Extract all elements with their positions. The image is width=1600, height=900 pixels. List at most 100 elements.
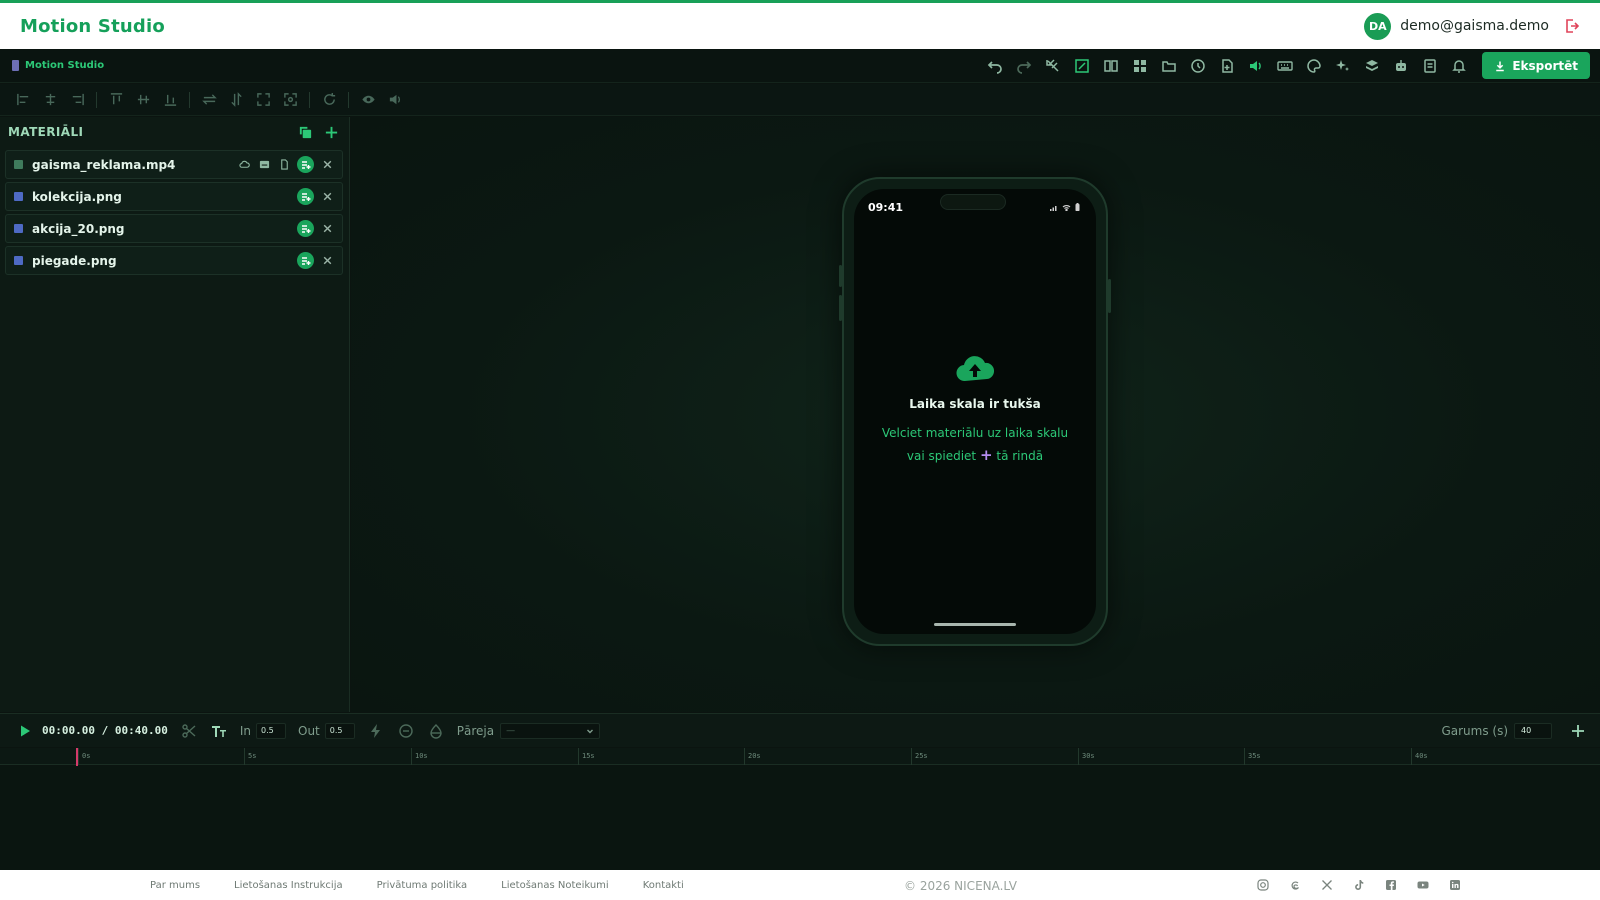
volume-button[interactable] xyxy=(1244,54,1267,77)
add-to-timeline-button[interactable] xyxy=(297,156,314,173)
add-to-timeline-button[interactable] xyxy=(297,252,314,269)
remove-material-button[interactable] xyxy=(320,254,334,268)
in-input[interactable]: 0.5 xyxy=(256,722,286,739)
preview-canvas[interactable]: 09:41 Laika skala ir tukša Velciet mater… xyxy=(351,117,1600,712)
add-to-timeline-button[interactable] xyxy=(297,220,314,237)
palette-button[interactable] xyxy=(1302,54,1325,77)
material-item[interactable]: gaisma_reklama.mp4 xyxy=(5,150,343,179)
user-menu[interactable]: DA demo@gaisma.demo xyxy=(1364,12,1580,40)
youtube-link[interactable] xyxy=(1416,878,1430,892)
remove-clip-button[interactable] xyxy=(397,722,415,740)
ruler-tick: 0s xyxy=(78,748,90,765)
playlist-add-icon xyxy=(301,160,310,169)
facebook-link[interactable] xyxy=(1384,878,1398,892)
keyboard-button[interactable] xyxy=(1273,54,1296,77)
redo-button[interactable] xyxy=(1012,54,1035,77)
empty-hint-line1: Velciet materiālu uz laika skalu xyxy=(881,426,1069,440)
phone-screen[interactable]: 09:41 Laika skala ir tukša Velciet mater… xyxy=(854,189,1096,634)
droplet-icon xyxy=(430,723,442,739)
subtitles-button[interactable] xyxy=(257,158,271,172)
layers-button[interactable] xyxy=(1360,54,1383,77)
compare-icon xyxy=(1104,59,1118,72)
assistant-button[interactable] xyxy=(1389,54,1412,77)
threads-link[interactable] xyxy=(1288,878,1302,892)
undo-button[interactable] xyxy=(983,54,1006,77)
material-item[interactable]: kolekcija.png xyxy=(5,182,343,211)
history-icon xyxy=(1191,58,1205,73)
align-middle-button[interactable] xyxy=(132,89,154,111)
notifications-button[interactable] xyxy=(1447,54,1470,77)
phone-clock: 09:41 xyxy=(868,200,904,214)
footer-link-instructions[interactable]: Lietošanas Instrukcija xyxy=(234,880,343,891)
add-material-button[interactable] xyxy=(323,124,339,140)
center-button[interactable] xyxy=(279,89,301,111)
add-file-button[interactable] xyxy=(1215,54,1238,77)
history-button[interactable] xyxy=(1186,54,1209,77)
speed-button[interactable] xyxy=(367,722,385,740)
align-toolbar xyxy=(0,84,1600,116)
avatar[interactable]: DA xyxy=(1364,12,1392,40)
footer-link-terms[interactable]: Lietošanas Noteikumi xyxy=(501,880,609,891)
out-input[interactable]: 0.5 xyxy=(324,722,355,739)
linkedin-link[interactable] xyxy=(1448,878,1462,892)
material-item[interactable]: piegade.png xyxy=(5,246,343,275)
snap-toggle[interactable] xyxy=(1041,54,1064,77)
text-button[interactable] xyxy=(210,722,228,740)
playhead[interactable] xyxy=(76,748,78,766)
timeline-track-area[interactable] xyxy=(0,766,1600,870)
add-multiple-button[interactable] xyxy=(297,124,313,140)
aspect-ratio-button[interactable] xyxy=(1070,54,1093,77)
add-track-button[interactable] xyxy=(1570,723,1586,739)
ruler-tick: 35s xyxy=(1244,748,1261,765)
remove-material-button[interactable] xyxy=(320,158,334,172)
layers-icon xyxy=(1365,59,1378,71)
magnet-icon xyxy=(1046,58,1059,72)
linkedin-icon xyxy=(1450,880,1460,890)
align-bottom-button[interactable] xyxy=(159,89,181,111)
add-to-timeline-button[interactable] xyxy=(297,188,314,205)
close-icon xyxy=(323,160,331,169)
footer-link-privacy[interactable]: Privātuma politika xyxy=(377,880,468,891)
play-button[interactable] xyxy=(18,724,32,738)
grid-button[interactable] xyxy=(1128,54,1151,77)
notes-button[interactable] xyxy=(1418,54,1441,77)
tiktok-link[interactable] xyxy=(1352,878,1366,892)
material-name: gaisma_reklama.mp4 xyxy=(32,157,176,172)
timeline-ruler[interactable]: 0s 5s 10s 15s 20s 25s 30s 35s 40s xyxy=(0,748,1600,765)
align-center-h-icon xyxy=(45,93,55,106)
footer-link-contacts[interactable]: Kontakti xyxy=(643,880,684,891)
split-button[interactable] xyxy=(180,722,198,740)
export-button[interactable]: Eksportēt xyxy=(1482,52,1590,79)
fit-button[interactable] xyxy=(252,89,274,111)
material-item[interactable]: akcija_20.png xyxy=(5,214,343,243)
remove-material-button[interactable] xyxy=(320,190,334,204)
flip-v-button[interactable] xyxy=(225,89,247,111)
mute-button[interactable] xyxy=(384,89,406,111)
footer-link-about[interactable]: Par mums xyxy=(150,880,200,891)
ai-button[interactable] xyxy=(1331,54,1354,77)
site-footer: Par mums Lietošanas Instrukcija Privātum… xyxy=(0,870,1600,900)
details-button[interactable] xyxy=(277,158,291,172)
opacity-button[interactable] xyxy=(427,722,445,740)
materials-title: MATERIĀLI xyxy=(8,125,84,139)
transition-select[interactable]: — xyxy=(500,722,601,739)
cloud-sync-button[interactable] xyxy=(237,158,251,172)
instagram-link[interactable] xyxy=(1256,878,1270,892)
visibility-button[interactable] xyxy=(357,89,379,111)
compare-button[interactable] xyxy=(1099,54,1122,77)
logout-icon[interactable] xyxy=(1564,18,1580,34)
folder-button[interactable] xyxy=(1157,54,1180,77)
align-top-button[interactable] xyxy=(105,89,127,111)
flip-h-button[interactable] xyxy=(198,89,220,111)
remove-material-button[interactable] xyxy=(320,222,334,236)
notes-icon xyxy=(1424,58,1436,73)
x-link[interactable] xyxy=(1320,878,1334,892)
volume-icon xyxy=(1249,60,1261,71)
align-center-h-button[interactable] xyxy=(39,89,61,111)
brand-logo[interactable]: Motion Studio xyxy=(20,16,165,37)
rotate-button[interactable] xyxy=(318,89,340,111)
align-right-button[interactable] xyxy=(66,89,88,111)
align-left-button[interactable] xyxy=(12,89,34,111)
length-input[interactable]: 40 xyxy=(1514,722,1552,739)
signal-icon xyxy=(1050,205,1057,211)
